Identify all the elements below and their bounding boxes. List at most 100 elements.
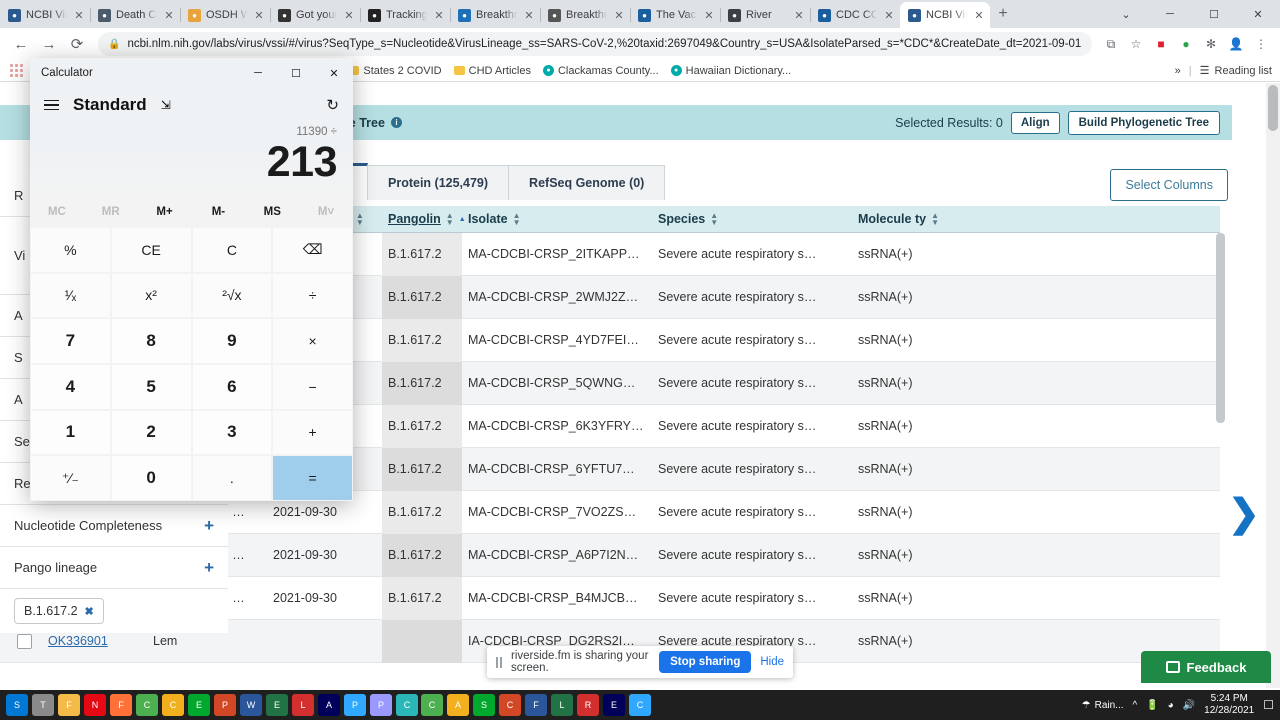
memory-button-m+[interactable]: M+ xyxy=(138,197,192,227)
browser-tab[interactable]: ● Breakthr ✕ xyxy=(540,2,631,28)
netflix-icon[interactable]: N xyxy=(84,694,106,716)
pango-lineage-chip[interactable]: B.1.617.2 ✖ xyxy=(14,598,104,624)
calc-key-3[interactable]: 3 xyxy=(192,410,272,455)
lock-icon[interactable]: L xyxy=(551,694,573,716)
notification-icon[interactable]: ☐ xyxy=(1263,698,1274,712)
browser-tab[interactable]: ● OSDH W ✕ xyxy=(180,2,271,28)
next-page-arrow-icon[interactable]: ❯ xyxy=(1228,495,1260,533)
acrobat-icon[interactable]: A xyxy=(447,694,469,716)
result-tab[interactable]: RefSeq Genome (0) xyxy=(508,165,666,200)
extension-orb-icon[interactable]: ● xyxy=(1175,33,1197,55)
close-tab-icon[interactable]: ✕ xyxy=(72,9,86,22)
volume-icon[interactable]: 🔊 xyxy=(1183,700,1195,711)
calculator-icon[interactable]: C xyxy=(629,694,651,716)
memory-button-ms[interactable]: MS xyxy=(245,197,299,227)
start-icon[interactable]: S xyxy=(6,694,28,716)
close-tab-icon[interactable]: ✕ xyxy=(612,9,626,22)
weather-widget[interactable]: ☂ Rain... xyxy=(1082,700,1124,711)
calculator-minimize-button[interactable]: ─ xyxy=(239,58,277,88)
maximize-button[interactable]: ☐ xyxy=(1192,8,1236,21)
keep-on-top-icon[interactable]: ⇲ xyxy=(161,98,171,112)
browser-tab[interactable]: ● Tracking ✕ xyxy=(360,2,451,28)
calc-key-[interactable]: ¹⁄ₓ xyxy=(31,273,110,318)
table-scrollbar[interactable] xyxy=(1216,233,1225,720)
page-scrollbar[interactable] xyxy=(1266,83,1280,688)
browser-tab[interactable]: ● Got your ✕ xyxy=(270,2,361,28)
excel-icon[interactable]: E xyxy=(266,694,288,716)
build-phylogenetic-tree-button[interactable]: Build Phylogenetic Tree xyxy=(1067,110,1220,135)
bookmark-item[interactable]: States 2 COVID xyxy=(342,63,447,79)
calc-key-[interactable]: + xyxy=(273,410,352,455)
filter-section-nucleotide-completeness[interactable]: Nucleotide Completeness + xyxy=(0,505,228,547)
pause-icon[interactable] xyxy=(496,656,502,668)
browser-tab[interactable]: ● Breakthr ✕ xyxy=(450,2,541,28)
reload-button[interactable]: ⟳ xyxy=(64,31,90,57)
close-tab-icon[interactable]: ✕ xyxy=(162,9,176,22)
fingerprint-icon[interactable]: F xyxy=(525,694,547,716)
reading-list-button[interactable]: ☰ Reading list xyxy=(1200,64,1272,78)
calculator-window[interactable]: Calculator ─ ☐ ✕ Standard ⇲ ↻ 11390 ÷ 21… xyxy=(30,58,353,501)
sort-icon[interactable]: ▲▼ xyxy=(710,212,718,227)
close-tab-icon[interactable]: ✕ xyxy=(702,9,716,22)
file-explorer-icon[interactable]: F xyxy=(58,694,80,716)
share-icon[interactable]: ⧉ xyxy=(1100,33,1122,55)
chip-remove-icon[interactable]: ✖ xyxy=(85,605,94,618)
calc-key-[interactable]: ⌫ xyxy=(273,228,352,272)
powerpoint-icon[interactable]: P xyxy=(214,694,236,716)
minimize-button[interactable]: ─ xyxy=(1148,8,1192,20)
calc-key-[interactable]: % xyxy=(31,228,110,272)
browser-tab[interactable]: ● NCBI Vir ✕ xyxy=(900,2,990,28)
tab-search-icon[interactable]: ⌄ xyxy=(1104,8,1148,21)
history-icon[interactable]: ↻ xyxy=(326,96,339,114)
calc-key-[interactable]: × xyxy=(273,319,352,363)
forward-button[interactable]: → xyxy=(36,31,62,57)
filter-section-pango-lineage[interactable]: Pango lineage + xyxy=(0,547,228,589)
scanner-icon[interactable]: S xyxy=(473,694,495,716)
sort-icon[interactable]: ▲▼ xyxy=(513,212,521,227)
wifi-icon[interactable]: ◕ xyxy=(1168,700,1174,711)
back-button[interactable]: ← xyxy=(8,31,34,57)
calc-key-1[interactable]: 1 xyxy=(31,410,110,455)
column-header-molecule_type[interactable]: Molecule ty ▲ ▼ xyxy=(852,212,972,227)
calc-key-[interactable]: ⁺⁄₋ xyxy=(31,456,110,500)
star-icon[interactable]: ☆ xyxy=(1125,33,1147,55)
menu-dots-icon[interactable]: ⋮ xyxy=(1250,33,1272,55)
calc-key-8[interactable]: 8 xyxy=(111,319,191,363)
column-header-species[interactable]: Species ▲ ▼ xyxy=(652,212,852,227)
info-icon[interactable]: i xyxy=(390,117,402,128)
photoshop-icon[interactable]: P xyxy=(344,694,366,716)
word-icon[interactable]: W xyxy=(240,694,262,716)
address-bar[interactable]: 🔒 ncbi.nlm.nih.gov/labs/virus/vssi/#/vir… xyxy=(98,32,1092,56)
calc-key-0[interactable]: 0 xyxy=(111,456,191,500)
bookmarks-overflow-icon[interactable]: » xyxy=(1175,65,1181,77)
clock[interactable]: 5:24 PM 12/28/2021 xyxy=(1204,693,1254,717)
calculator-maximize-button[interactable]: ☐ xyxy=(277,58,315,88)
calc-key-9[interactable]: 9 xyxy=(192,319,272,363)
feedback-button[interactable]: Feedback xyxy=(1141,651,1271,683)
row-checkbox-cell[interactable] xyxy=(0,633,42,649)
accession-link[interactable]: OK336901 xyxy=(48,634,108,648)
select-columns-button[interactable]: Select Columns xyxy=(1110,169,1228,201)
close-tab-icon[interactable]: ✕ xyxy=(252,9,266,22)
calc-key-[interactable]: − xyxy=(273,365,352,409)
calculator-close-button[interactable]: ✕ xyxy=(315,58,353,88)
puzzle-icon[interactable]: ✻ xyxy=(1200,33,1222,55)
close-tab-icon[interactable]: ✕ xyxy=(972,9,986,22)
calc-key-6[interactable]: 6 xyxy=(192,365,272,409)
creative-cloud-icon[interactable]: C xyxy=(421,694,443,716)
stop-sharing-button[interactable]: Stop sharing xyxy=(659,651,752,673)
premiere-icon[interactable]: P xyxy=(370,694,392,716)
close-window-button[interactable]: ✕ xyxy=(1236,8,1280,21)
calc-key-CE[interactable]: CE xyxy=(111,228,191,272)
hide-share-notice-button[interactable]: Hide xyxy=(760,656,784,668)
charts-icon[interactable]: C xyxy=(499,694,521,716)
sort-icon[interactable]: ▲▼ xyxy=(446,212,454,227)
calc-key-[interactable]: . xyxy=(192,456,272,500)
firefox-icon[interactable]: F xyxy=(110,694,132,716)
browser-tab[interactable]: ● River ✕ xyxy=(720,2,811,28)
calc-key-[interactable]: = xyxy=(273,456,352,500)
chevron-up-icon[interactable]: ^ xyxy=(1133,700,1138,711)
close-tab-icon[interactable]: ✕ xyxy=(792,9,806,22)
bookmark-item[interactable]: ● Hawaiian Dictionary... xyxy=(665,63,798,79)
audition-icon[interactable]: A xyxy=(318,694,340,716)
